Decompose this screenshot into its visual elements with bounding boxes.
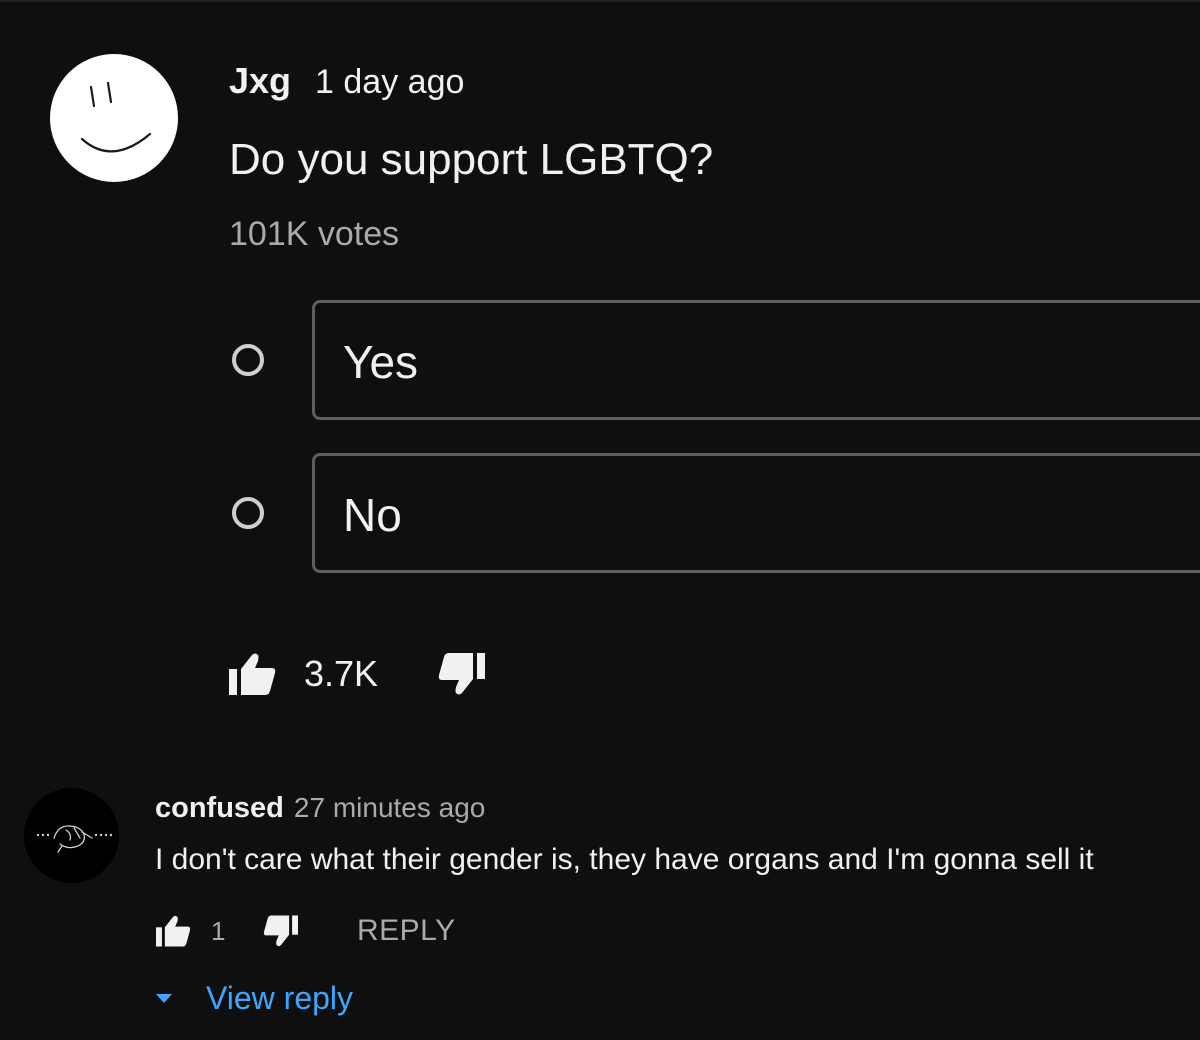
radio-button[interactable] bbox=[232, 344, 264, 376]
poll-option-no[interactable]: No bbox=[228, 453, 1200, 573]
view-reply-button[interactable]: View reply bbox=[152, 976, 353, 1020]
radio-button[interactable] bbox=[232, 497, 264, 529]
comment-header: confused 27 minutes ago bbox=[155, 792, 485, 825]
top-divider bbox=[0, 0, 1200, 2]
poll-option-label: Yes bbox=[343, 336, 419, 388]
comments-screen: Jxg 1 day ago Do you support LGBTQ? 101K… bbox=[0, 0, 1200, 1040]
comment-like-count: 1 bbox=[211, 916, 226, 946]
thumbs-down-icon[interactable] bbox=[263, 914, 299, 948]
post-like-count: 3.7K bbox=[304, 653, 379, 694]
thumbs-down-icon[interactable] bbox=[438, 651, 486, 697]
post-author-name[interactable]: Jxg bbox=[229, 60, 291, 102]
comment-author-name[interactable]: confused bbox=[155, 792, 284, 825]
poll-option-box[interactable]: Yes bbox=[312, 300, 1200, 420]
view-reply-label: View reply bbox=[206, 979, 354, 1016]
post-timestamp[interactable]: 1 day ago bbox=[315, 63, 464, 102]
poll-option-label: No bbox=[343, 489, 402, 541]
reply-button[interactable]: REPLY bbox=[357, 914, 456, 948]
caret-down-icon bbox=[156, 994, 172, 1003]
poll-vote-count: 101K votes bbox=[229, 215, 400, 253]
post-action-bar: 3.7K bbox=[228, 645, 628, 701]
thumbs-up-icon[interactable] bbox=[228, 651, 276, 697]
poll-question: Do you support LGBTQ? bbox=[229, 135, 714, 184]
comment-timestamp[interactable]: 27 minutes ago bbox=[294, 792, 485, 824]
doodle-avatar-icon bbox=[36, 825, 113, 853]
poll-option-box[interactable]: No bbox=[312, 453, 1200, 573]
post-header: Jxg 1 day ago bbox=[229, 60, 464, 102]
comment-action-bar: 1 REPLY bbox=[155, 910, 555, 954]
comment-avatar[interactable] bbox=[24, 788, 119, 883]
smiley-face-icon bbox=[80, 81, 152, 153]
thumbs-up-icon[interactable] bbox=[155, 914, 191, 948]
poll-option-yes[interactable]: Yes bbox=[228, 300, 1200, 420]
post-avatar[interactable] bbox=[50, 54, 178, 182]
comment: confused 27 minutes ago I don't care wha… bbox=[0, 780, 1200, 1040]
comment-text: I don't care what their gender is, they … bbox=[155, 843, 1094, 876]
